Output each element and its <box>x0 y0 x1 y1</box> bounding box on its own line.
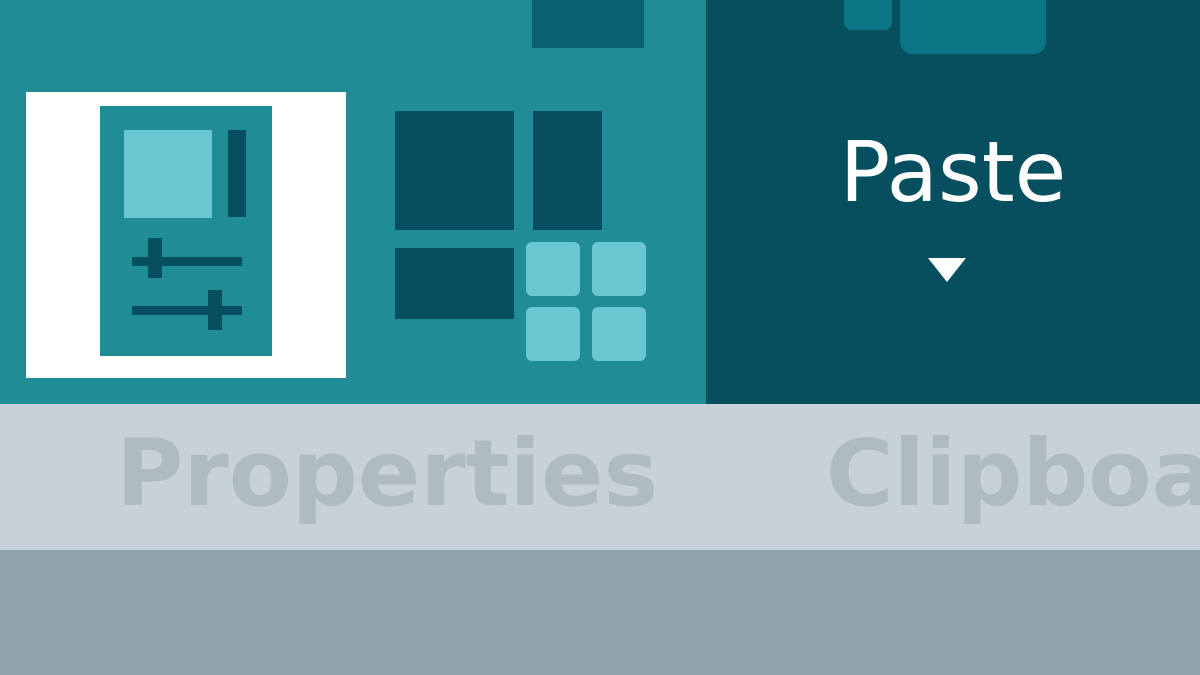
layout-tile <box>526 242 580 296</box>
ribbon-tab-fragment <box>900 0 1046 54</box>
properties-button[interactable] <box>26 92 346 378</box>
group-label-bar: Properties Clipboard <box>0 404 1200 550</box>
layout-block <box>395 111 514 230</box>
properties-group <box>0 0 706 404</box>
app-window: Paste Properties Clipboard <box>0 0 1200 675</box>
layout-tile <box>592 242 646 296</box>
layout-block <box>533 111 602 230</box>
slider-knob-icon <box>208 290 222 330</box>
slider-knob-icon <box>148 238 162 278</box>
ribbon-tab-fragment <box>844 0 892 30</box>
scrollbar-icon <box>228 130 246 217</box>
paste-label: Paste <box>839 123 1067 221</box>
preview-swatch-icon <box>124 130 212 218</box>
document-area <box>0 550 1200 675</box>
properties-group-label: Properties <box>116 420 659 527</box>
ribbon: Paste <box>0 0 1200 404</box>
layout-tile <box>526 307 580 361</box>
layout-block <box>395 248 514 319</box>
caret-down-icon[interactable] <box>928 258 966 282</box>
slider-track-icon <box>132 306 242 315</box>
layout-tile <box>592 307 646 361</box>
paste-button[interactable]: Paste <box>706 84 1200 304</box>
clipboard-group-label: Clipboard <box>826 420 1200 527</box>
properties-panel-icon <box>100 106 272 356</box>
ribbon-tab-fragment <box>532 0 644 48</box>
